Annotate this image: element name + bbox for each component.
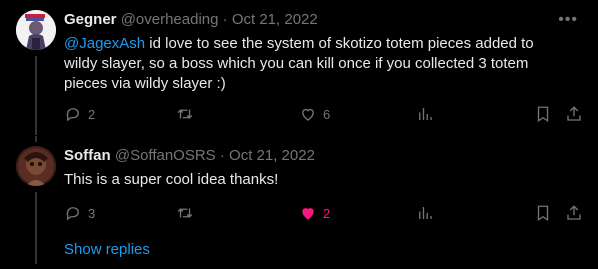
retweet-button[interactable] — [176, 104, 200, 124]
tweet[interactable]: Gegner @overheading · Oct 21, 2022 ••• @… — [0, 0, 598, 142]
like-icon — [302, 208, 314, 220]
tweet[interactable]: Soffan @SoffanOSRS · Oct 21, 2022 This i… — [0, 135, 598, 264]
author-handle[interactable]: @SoffanOSRS — [115, 147, 216, 164]
reply-icon — [66, 108, 79, 122]
retweet-icon — [177, 109, 193, 119]
tweet-text: @JagexAsh id love to see the system of s… — [64, 34, 564, 94]
tweet-actions: 2 6 — [64, 104, 584, 124]
separator: · — [222, 11, 228, 28]
tweet-actions: 3 2 — [64, 203, 584, 223]
bookmark-button[interactable] — [534, 203, 552, 223]
like-count: 6 — [323, 106, 331, 122]
reply-count: 3 — [88, 205, 96, 221]
tweet-date[interactable]: Oct 21, 2022 — [232, 11, 318, 28]
avatar[interactable] — [16, 10, 56, 50]
tweet-header: Gegner @overheading · Oct 21, 2022 — [64, 11, 318, 28]
thread-dots — [30, 236, 37, 260]
reply-button[interactable]: 2 — [64, 104, 95, 124]
views-icon — [419, 108, 432, 120]
retweet-button[interactable] — [176, 203, 200, 223]
author-handle[interactable]: @overheading — [121, 11, 219, 28]
tweet-body: This is a super cool idea thanks! — [64, 171, 279, 188]
show-replies-link[interactable]: Show replies — [64, 241, 150, 258]
bookmark-button[interactable] — [534, 104, 552, 124]
like-button[interactable]: 6 — [299, 104, 330, 124]
avatar[interactable] — [16, 146, 56, 186]
tweet-text: This is a super cool idea thanks! — [64, 170, 564, 190]
reply-button[interactable]: 3 — [64, 203, 95, 223]
separator: · — [219, 147, 225, 164]
reply-icon — [66, 207, 79, 221]
tweet-header: Soffan @SoffanOSRS · Oct 21, 2022 — [64, 147, 315, 164]
views-button[interactable] — [416, 203, 434, 223]
share-icon — [567, 106, 581, 121]
retweet-icon — [177, 208, 193, 218]
thread-line — [35, 56, 37, 142]
more-icon[interactable]: ••• — [558, 11, 578, 29]
views-icon — [419, 207, 432, 219]
like-button[interactable]: 2 — [299, 203, 330, 223]
tweet-date[interactable]: Oct 21, 2022 — [229, 147, 315, 164]
like-icon — [302, 108, 314, 121]
share-icon — [567, 205, 581, 220]
bookmark-icon — [537, 205, 549, 222]
author-name[interactable]: Gegner — [64, 11, 117, 28]
mention-link[interactable]: @JagexAsh — [64, 35, 145, 52]
views-button[interactable] — [416, 104, 434, 124]
author-name[interactable]: Soffan — [64, 147, 111, 164]
like-count: 2 — [323, 205, 331, 221]
share-button[interactable] — [565, 104, 583, 124]
share-button[interactable] — [565, 203, 583, 223]
bookmark-icon — [537, 106, 549, 123]
reply-count: 2 — [88, 106, 96, 122]
